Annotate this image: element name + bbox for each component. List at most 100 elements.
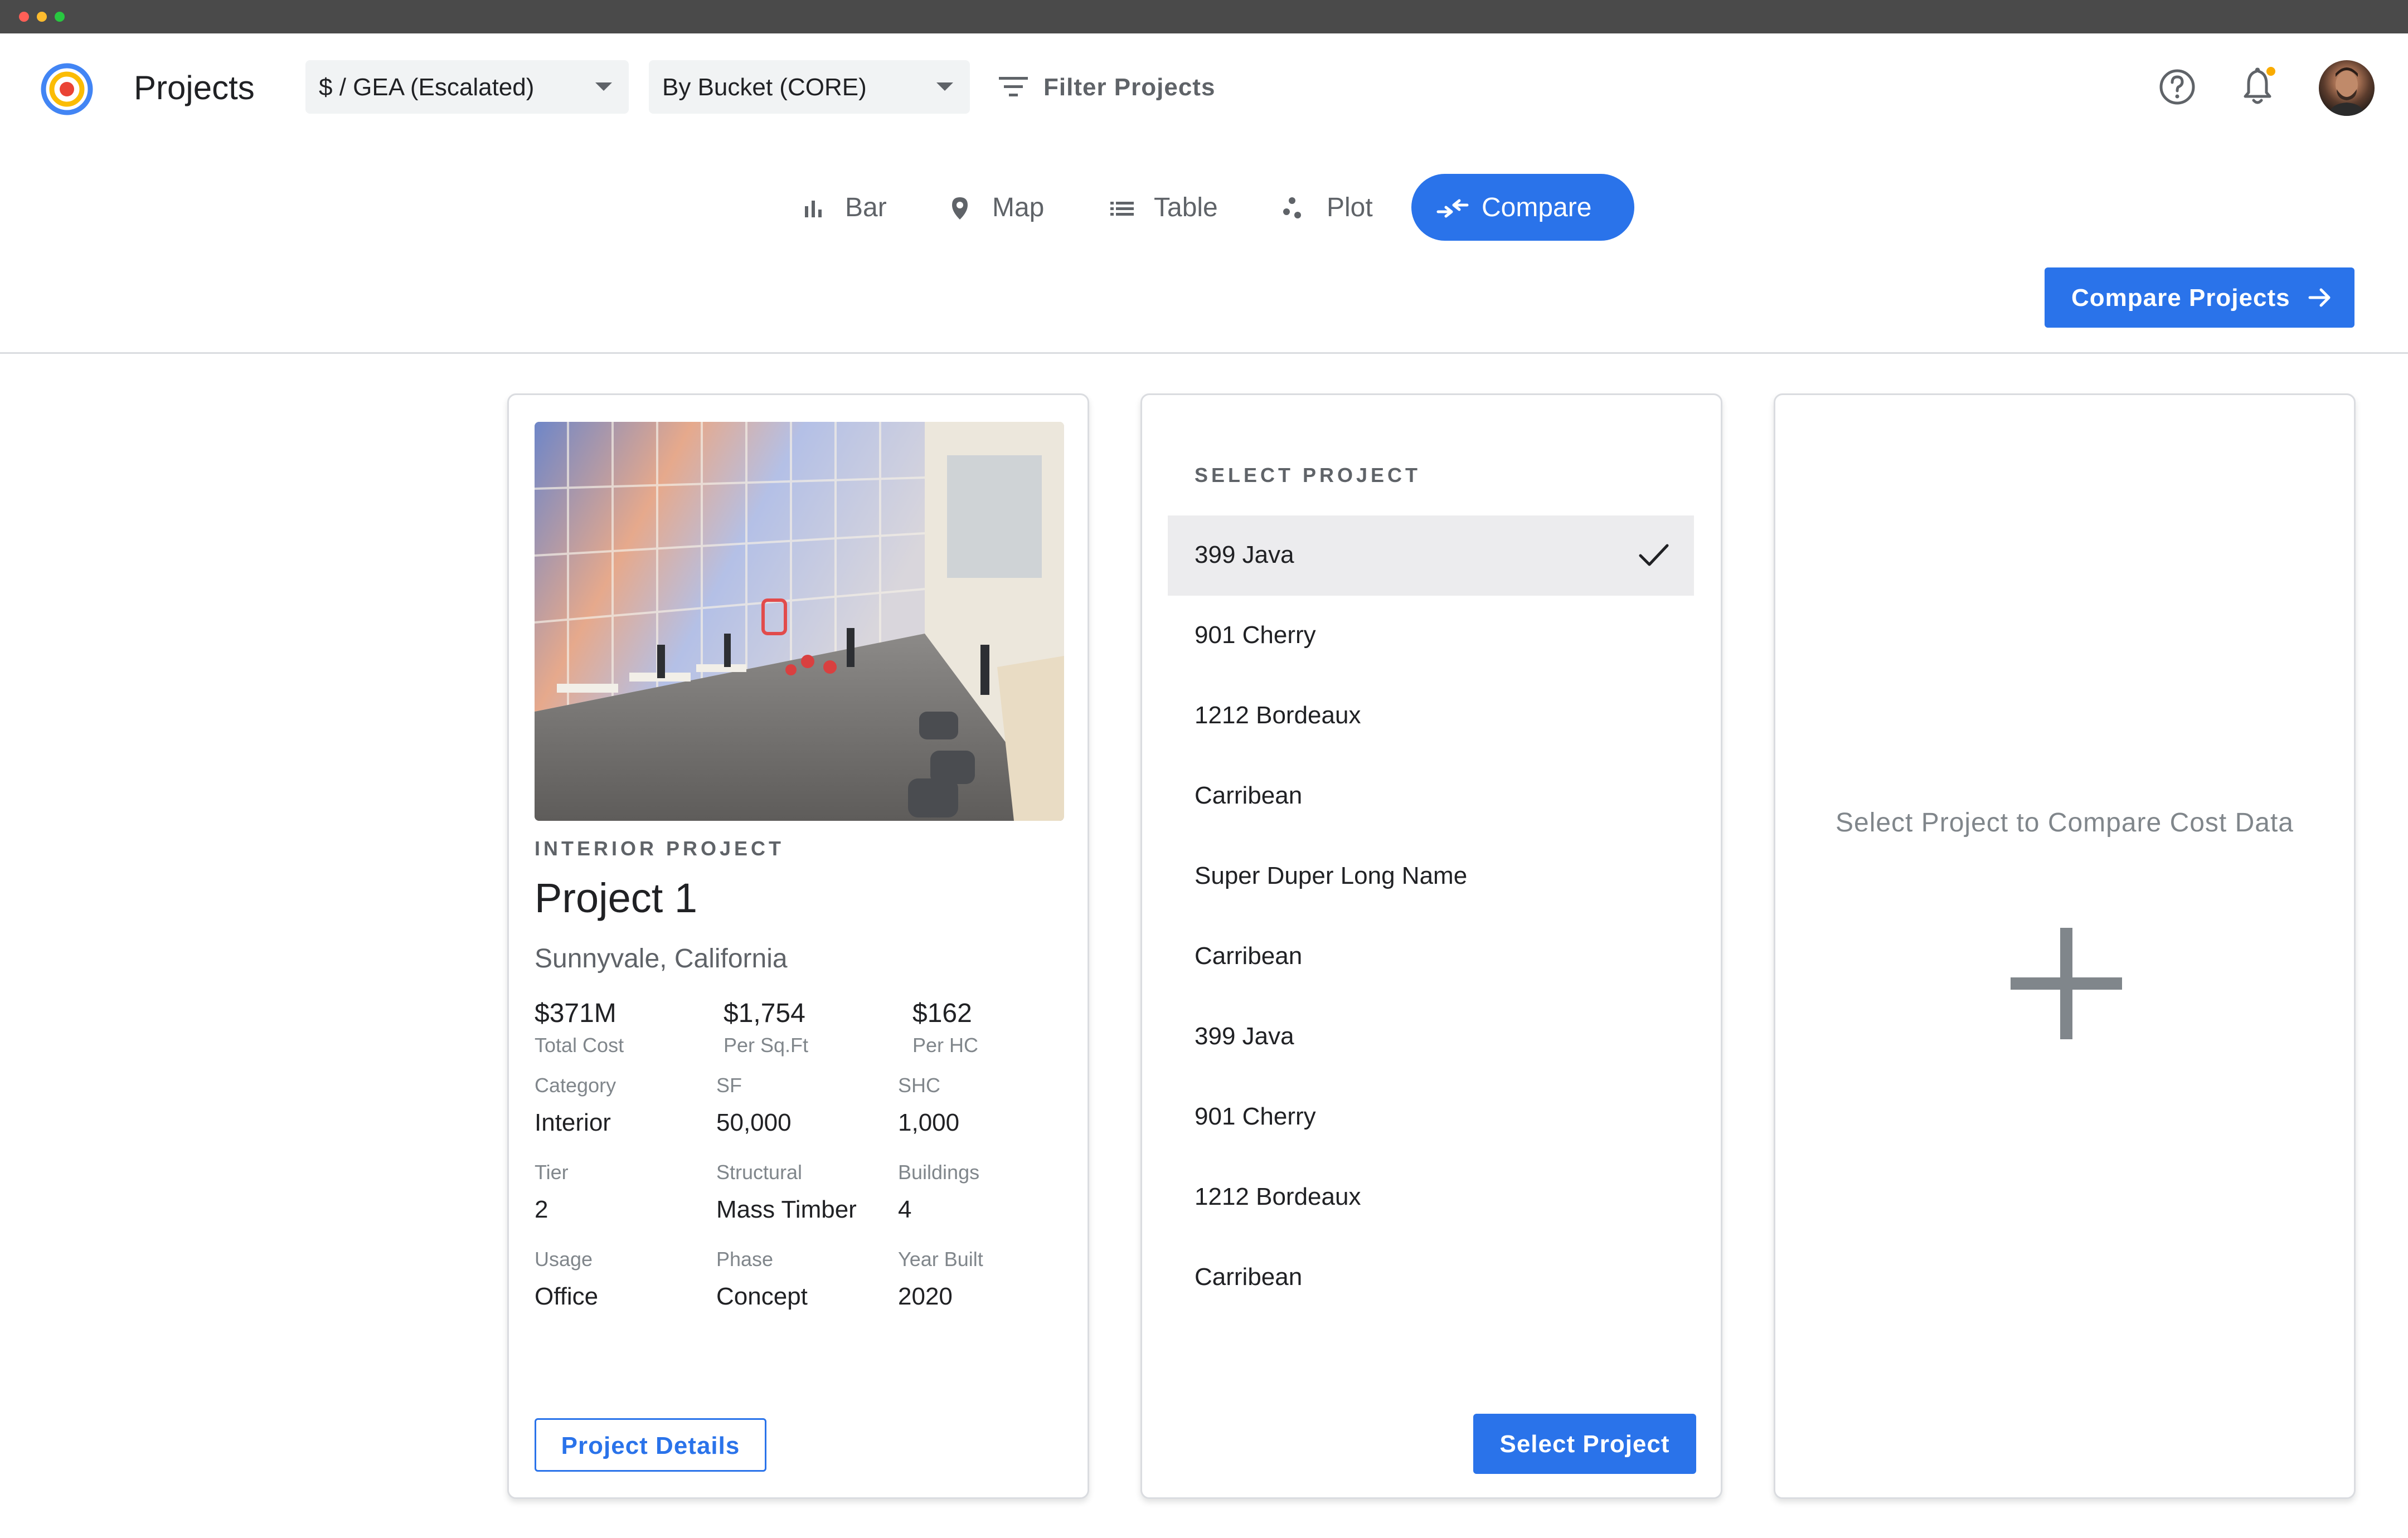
- tab-map[interactable]: Map: [936, 174, 1059, 241]
- tab-bar-label: Bar: [845, 193, 887, 222]
- compare-slot-card[interactable]: Select Project to Compare Cost Data: [1774, 393, 2356, 1499]
- list-item[interactable]: 1212 Bordeaux: [1168, 1157, 1694, 1238]
- project-location: Sunnyvale, California: [535, 944, 788, 974]
- list-item[interactable]: 399 Java: [1168, 997, 1694, 1077]
- chevron-down-icon: [936, 82, 953, 91]
- user-photo-icon: [2329, 67, 2365, 116]
- list-item-label: 399 Java: [1195, 1023, 1294, 1050]
- list-item[interactable]: 399 Java: [1168, 515, 1694, 596]
- select-project-label: Select Project: [1499, 1430, 1670, 1458]
- attribute-label: Structural: [716, 1161, 803, 1184]
- compare-arrows-icon: [1436, 199, 1469, 218]
- avatar[interactable]: [2319, 60, 2375, 116]
- filter-projects-label: Filter Projects: [1043, 74, 1216, 101]
- app-bar: Projects $ / GEA (Escalated) By Bucket (…: [0, 33, 2408, 139]
- list-item[interactable]: Super Duper Long Name: [1168, 836, 1694, 917]
- attribute-value: 4: [898, 1196, 912, 1223]
- group-select-value: By Bucket (CORE): [662, 74, 867, 101]
- chevron-down-icon: [595, 82, 612, 91]
- plus-icon[interactable]: [2011, 928, 2122, 1039]
- attribute-value: 1,000: [898, 1109, 960, 1136]
- attribute-label: Year Built: [898, 1248, 983, 1271]
- project-details-button[interactable]: Project Details: [535, 1418, 766, 1472]
- select-project-card: SELECT PROJECT 399 Java 901 Cherry 1212 …: [1140, 393, 1722, 1499]
- list-item-label: Carribean: [1195, 942, 1303, 970]
- attribute-label: SF: [716, 1074, 742, 1097]
- attribute-value: Concept: [716, 1283, 808, 1310]
- project-type-label: INTERIOR PROJECT: [535, 837, 785, 860]
- metric-value: $1,754: [724, 999, 805, 1028]
- attribute-label: SHC: [898, 1074, 941, 1097]
- window-close-dot[interactable]: [19, 12, 29, 22]
- attribute-label: Phase: [716, 1248, 774, 1271]
- tab-table-label: Table: [1154, 193, 1218, 222]
- window-maximize-dot[interactable]: [55, 12, 65, 22]
- filter-projects-button[interactable]: Filter Projects: [998, 67, 1232, 107]
- list-item[interactable]: 1212 Bordeaux: [1168, 676, 1694, 756]
- empty-compare-message: Select Project to Compare Cost Data: [1835, 808, 2294, 838]
- metric-value: $371M: [535, 999, 616, 1028]
- header-divider: [0, 352, 2408, 354]
- attribute-label: Buildings: [898, 1161, 980, 1184]
- app-logo-icon[interactable]: [40, 62, 94, 116]
- list-item-label: 1212 Bordeaux: [1195, 702, 1361, 729]
- select-project-button[interactable]: Select Project: [1473, 1414, 1696, 1474]
- tab-compare[interactable]: Compare: [1411, 174, 1634, 241]
- list-item-label: 901 Cherry: [1195, 621, 1316, 649]
- checkmark-icon: [1639, 544, 1669, 566]
- window-minimize-dot[interactable]: [37, 12, 47, 22]
- tab-compare-label: Compare: [1482, 193, 1592, 222]
- list-item[interactable]: 901 Cherry: [1168, 1077, 1694, 1157]
- compare-projects-button[interactable]: Compare Projects: [2045, 267, 2354, 328]
- attribute-value: Office: [535, 1283, 599, 1310]
- group-select[interactable]: By Bucket (CORE): [649, 60, 970, 114]
- list-item[interactable]: Carribean: [1168, 1238, 1694, 1318]
- metric-value: $162: [912, 999, 972, 1028]
- attribute-value: Mass Timber: [716, 1196, 857, 1223]
- scatter-plot-icon: [1283, 197, 1301, 218]
- project-details-label: Project Details: [561, 1432, 740, 1459]
- compare-projects-label: Compare Projects: [2071, 284, 2290, 312]
- tab-bar[interactable]: Bar: [792, 174, 903, 241]
- metric-label: Per Sq.Ft: [724, 1034, 809, 1057]
- list-item-label: 399 Java: [1195, 541, 1294, 568]
- list-item[interactable]: Carribean: [1168, 917, 1694, 997]
- tab-plot[interactable]: Plot: [1271, 174, 1394, 241]
- project-card: INTERIOR PROJECT Project 1 Sunnyvale, Ca…: [507, 393, 1089, 1499]
- window-titlebar: [0, 0, 2408, 33]
- metric-label: Total Cost: [535, 1034, 624, 1057]
- list-item-label: Carribean: [1195, 1263, 1303, 1291]
- project-title: Project 1: [535, 875, 698, 921]
- bar-chart-icon: [805, 201, 822, 217]
- tab-table[interactable]: Table: [1098, 174, 1237, 241]
- project-photo: [535, 422, 1064, 821]
- tab-map-label: Map: [992, 193, 1045, 222]
- attribute-value: 2: [535, 1196, 548, 1223]
- arrow-right-icon: [2308, 288, 2331, 307]
- list-item[interactable]: 901 Cherry: [1168, 596, 1694, 676]
- attribute-label: Usage: [535, 1248, 593, 1271]
- attribute-value: 50,000: [716, 1109, 792, 1136]
- view-tabs: Bar Map Table Plot Compare: [0, 174, 2408, 241]
- list-item[interactable]: Carribean: [1168, 756, 1694, 836]
- filter-icon: [999, 77, 1028, 96]
- map-pin-icon: [952, 197, 968, 220]
- project-atrium-image: [535, 422, 1064, 821]
- metric-label: Per HC: [912, 1034, 979, 1057]
- page-title: Projects: [134, 69, 255, 106]
- list-item-label: 1212 Bordeaux: [1195, 1183, 1361, 1210]
- list-icon: [1110, 202, 1134, 216]
- bell-icon[interactable]: [2236, 66, 2279, 108]
- list-item-label: Carribean: [1195, 782, 1303, 809]
- list-item-label: 901 Cherry: [1195, 1103, 1316, 1130]
- attribute-label: Category: [535, 1074, 616, 1097]
- metric-select-value: $ / GEA (Escalated): [319, 74, 535, 101]
- notification-dot: [2266, 67, 2275, 76]
- attribute-value: Interior: [535, 1109, 611, 1136]
- select-project-heading: SELECT PROJECT: [1195, 464, 1421, 486]
- attribute-label: Tier: [535, 1161, 569, 1184]
- tab-plot-label: Plot: [1327, 193, 1373, 222]
- help-circle-icon[interactable]: [2157, 67, 2197, 107]
- metric-select[interactable]: $ / GEA (Escalated): [305, 60, 629, 114]
- list-item-label: Super Duper Long Name: [1195, 862, 1468, 889]
